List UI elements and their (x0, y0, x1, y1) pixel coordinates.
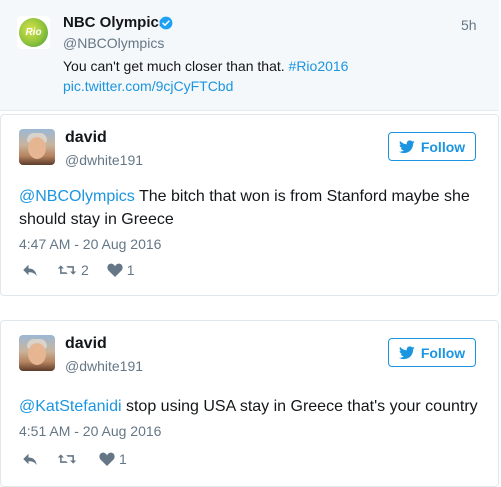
mention-link[interactable]: @NBCOlympics (19, 188, 135, 205)
rio-logo: Rio (19, 18, 48, 47)
quoted-author-name[interactable]: NBC Olympics (63, 14, 167, 31)
follow-label: Follow (420, 138, 466, 155)
author-handle[interactable]: @dwhite191 (65, 152, 143, 168)
like-count: 1 (126, 262, 135, 278)
tweet-timestamp[interactable]: 4:47 AM - 20 Aug 2016 (19, 236, 161, 252)
retweet-button[interactable]: 2 (57, 262, 89, 278)
hashtag-link[interactable]: #Rio2016 (289, 58, 349, 74)
tweet-text: @KatStefanidi stop using USA stay in Gre… (19, 395, 479, 418)
author-name[interactable]: david (65, 335, 107, 353)
like-count: 1 (119, 451, 127, 467)
tweet-text-body: stop using USA stay in Greece that's you… (121, 398, 478, 415)
retweet-icon (57, 454, 77, 464)
quoted-text-body: You can't get much closer than that. (63, 58, 289, 74)
follow-label: Follow (420, 344, 466, 361)
reply-button[interactable] (21, 263, 39, 277)
tweet-actions: 1 (21, 450, 127, 468)
reply-icon (23, 264, 37, 276)
author-name[interactable]: david (65, 129, 107, 147)
follow-button[interactable]: Follow (388, 338, 476, 367)
follow-button[interactable]: Follow (388, 132, 476, 161)
nbc-olympics-avatar[interactable]: Rio (17, 16, 50, 49)
like-button[interactable]: 1 (99, 451, 127, 467)
reply-button[interactable] (21, 452, 39, 466)
avatar[interactable] (19, 129, 55, 165)
mention-link[interactable]: @KatStefanidi (19, 398, 122, 415)
quoted-tweet[interactable]: Rio NBC Olympics @NBCOlympics 5h You can… (0, 0, 499, 111)
heart-icon (99, 452, 115, 466)
tweet-card: david @dwhite191 Follow @KatStefanidi st… (0, 320, 499, 487)
verified-icon (159, 16, 173, 30)
quoted-author-handle[interactable]: @NBCOlympics (63, 35, 164, 51)
tweet-text: @NBCOlympics The bitch that won is from … (19, 185, 479, 231)
tweet-timestamp[interactable]: 4:51 AM - 20 Aug 2016 (19, 423, 161, 439)
avatar[interactable] (19, 335, 55, 371)
tweet-card: david @dwhite191 Follow @NBCOlympics The… (0, 114, 499, 296)
retweet-count: 2 (81, 262, 89, 278)
twitter-bird-icon (398, 139, 415, 153)
reply-icon (23, 453, 37, 465)
avatar-face (28, 343, 46, 365)
quoted-timestamp[interactable]: 5h (461, 17, 477, 33)
author-handle[interactable]: @dwhite191 (65, 358, 143, 374)
pic-link[interactable]: pic.twitter.com/9cjCyFTCbd (63, 78, 233, 94)
retweet-button[interactable] (57, 452, 81, 466)
twitter-bird-icon (398, 345, 415, 359)
quoted-tweet-text: You can't get much closer than that. #Ri… (63, 56, 483, 96)
like-button[interactable]: 1 (107, 262, 135, 278)
tweet-actions: 2 1 (21, 261, 135, 279)
heart-icon (107, 263, 123, 277)
retweet-icon (57, 265, 77, 275)
avatar-face (28, 137, 46, 159)
